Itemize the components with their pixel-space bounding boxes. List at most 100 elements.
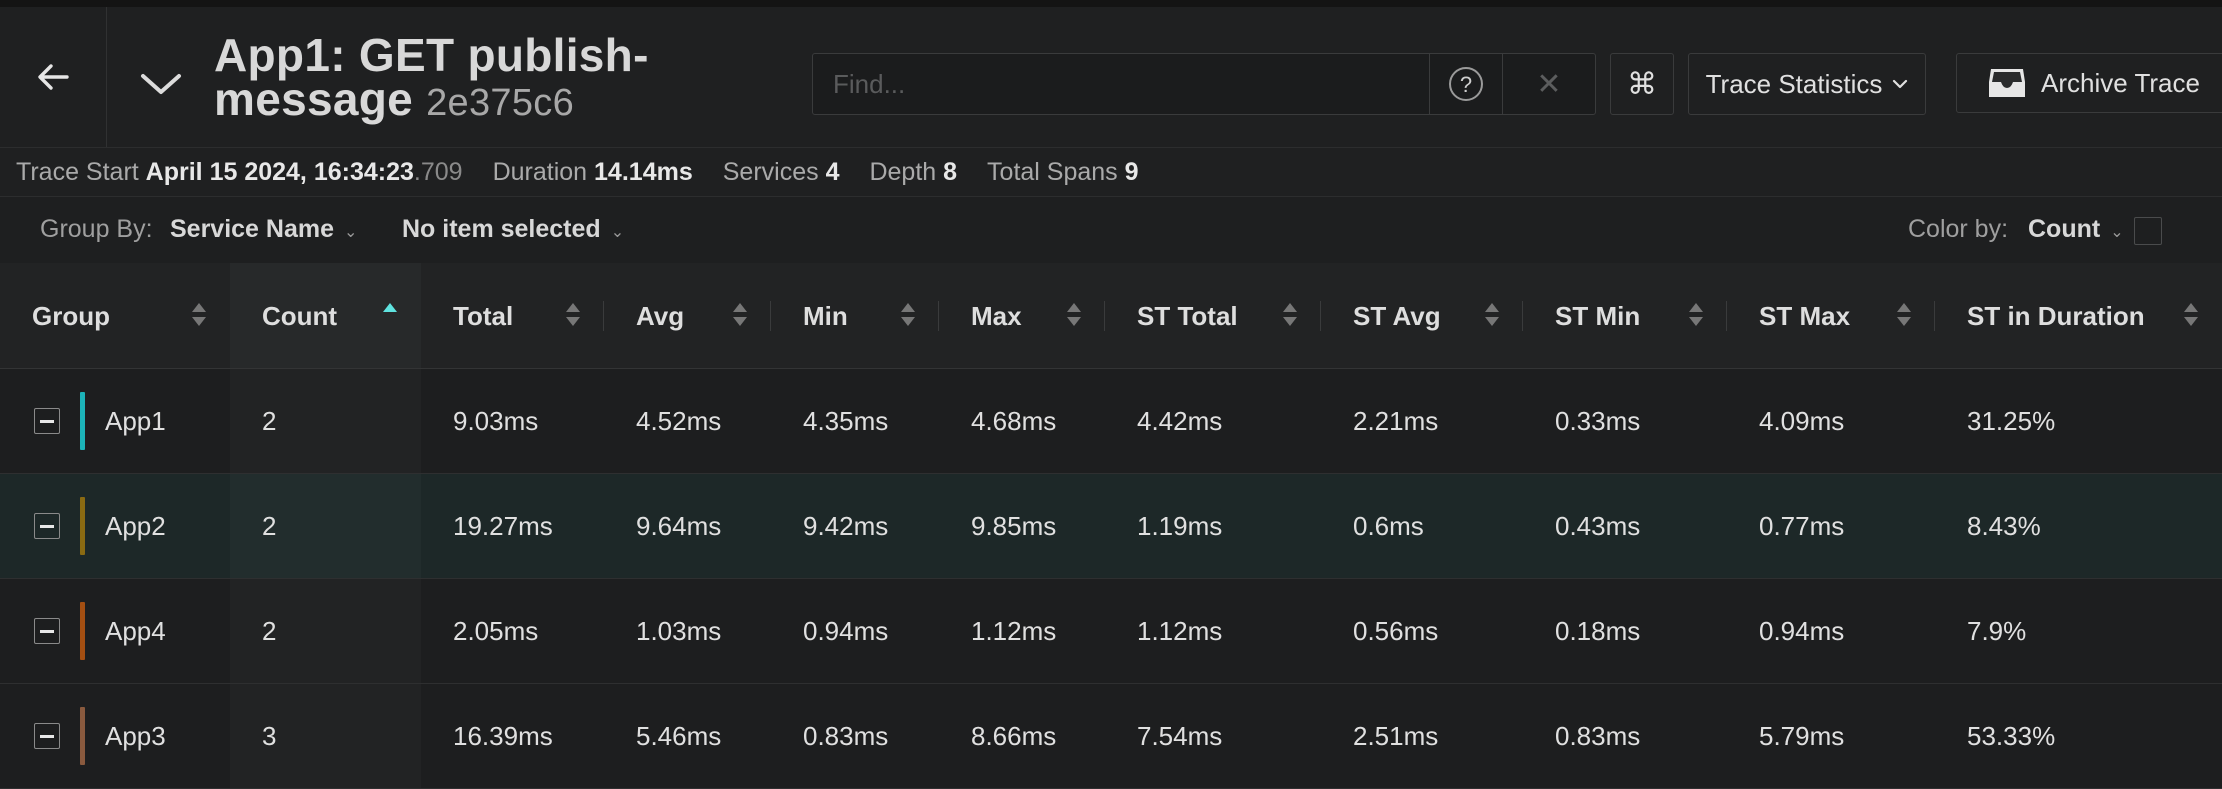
collapse-row-icon[interactable] bbox=[34, 408, 60, 434]
secondary-group-value: No item selected bbox=[402, 215, 601, 243]
st-avg-cell: 0.56ms bbox=[1321, 578, 1523, 684]
group-cell: App4 bbox=[0, 578, 230, 684]
group-cell: App1 bbox=[0, 368, 230, 474]
column-header-max[interactable]: Max bbox=[939, 263, 1105, 369]
count-cell: 2 bbox=[230, 473, 421, 579]
sort-icon bbox=[566, 303, 580, 329]
clear-search-button[interactable]: ✕ bbox=[1502, 54, 1595, 114]
view-select-label: Trace Statistics bbox=[1705, 68, 1883, 99]
group-cell: App3 bbox=[0, 683, 230, 789]
column-header-st-total[interactable]: ST Total bbox=[1105, 263, 1321, 369]
st-max-cell: 0.77ms bbox=[1727, 473, 1935, 579]
sort-icon bbox=[733, 303, 747, 329]
archive-trace-label: Archive Trace bbox=[2041, 67, 2200, 98]
column-header-st-max[interactable]: ST Max bbox=[1727, 263, 1935, 369]
column-header-st-avg[interactable]: ST Avg bbox=[1321, 263, 1523, 369]
table-row[interactable]: App2 2 19.27ms 9.64ms 9.42ms 9.85ms 1.19… bbox=[0, 473, 2222, 579]
help-button[interactable]: ? bbox=[1429, 54, 1502, 114]
back-button[interactable] bbox=[0, 7, 107, 147]
column-header-st-in-duration[interactable]: ST in Duration bbox=[1935, 263, 2222, 369]
command-key-icon: ⌘ bbox=[1627, 67, 1657, 101]
total-spans: Total Spans 9 bbox=[987, 158, 1139, 187]
arrow-left-icon bbox=[38, 64, 69, 90]
color-by-dropdown[interactable]: Count ⌄ bbox=[2028, 215, 2124, 244]
min-cell: 9.42ms bbox=[771, 473, 939, 579]
chevron-down-icon bbox=[1893, 79, 1908, 89]
st-in-duration-cell: 31.25% bbox=[1935, 368, 2222, 474]
color-by-checkbox[interactable] bbox=[2134, 217, 2162, 245]
archive-icon bbox=[1989, 69, 2025, 97]
find-box: ? ✕ bbox=[812, 53, 1596, 115]
trace-title: App1: GET publish-message 2e375c6 bbox=[214, 32, 774, 125]
count-cell: 2 bbox=[230, 578, 421, 684]
collapse-row-icon[interactable] bbox=[34, 513, 60, 539]
secondary-group-dropdown[interactable]: No item selected ⌄ bbox=[402, 215, 624, 244]
st-total-cell: 4.42ms bbox=[1105, 368, 1321, 474]
st-max-cell: 0.94ms bbox=[1727, 578, 1935, 684]
max-cell: 9.85ms bbox=[939, 473, 1105, 579]
duration: Duration 14.14ms bbox=[493, 158, 693, 187]
trace-statistics-table: Group Count Total Avg Min Max ST Total S… bbox=[0, 263, 2222, 789]
st-total-cell: 1.19ms bbox=[1105, 473, 1321, 579]
count-cell: 3 bbox=[230, 683, 421, 789]
total-spans-value: 9 bbox=[1124, 157, 1139, 186]
st-max-cell: 5.79ms bbox=[1727, 683, 1935, 789]
table-row[interactable]: App4 2 2.05ms 1.03ms 0.94ms 1.12ms 1.12m… bbox=[0, 578, 2222, 684]
trace-start: Trace Start April 15 2024, 16:34:23.709 bbox=[16, 158, 463, 187]
collapse-button[interactable] bbox=[130, 53, 192, 115]
group-name: App4 bbox=[105, 615, 166, 646]
group-by-label: Group By: bbox=[40, 215, 153, 243]
color-by-label: Color by: bbox=[1908, 215, 2009, 243]
column-header-count[interactable]: Count bbox=[230, 263, 421, 369]
st-total-cell: 7.54ms bbox=[1105, 683, 1321, 789]
view-select-button[interactable]: Trace Statistics bbox=[1688, 53, 1926, 115]
close-icon: ✕ bbox=[1536, 67, 1562, 101]
collapse-row-icon[interactable] bbox=[34, 618, 60, 644]
depth-value: 8 bbox=[943, 157, 958, 186]
archive-trace-button[interactable]: Archive Trace bbox=[1956, 53, 2222, 113]
group-name: App2 bbox=[105, 510, 166, 541]
st-max-cell: 4.09ms bbox=[1727, 368, 1935, 474]
depth: Depth 8 bbox=[869, 158, 957, 187]
chevron-down-icon bbox=[141, 74, 181, 94]
total-cell: 9.03ms bbox=[421, 368, 604, 474]
column-header-group[interactable]: Group bbox=[0, 263, 230, 369]
total-cell: 16.39ms bbox=[421, 683, 604, 789]
sort-icon bbox=[1485, 303, 1499, 329]
st-min-cell: 0.33ms bbox=[1523, 368, 1727, 474]
st-in-duration-cell: 7.9% bbox=[1935, 578, 2222, 684]
total-cell: 19.27ms bbox=[421, 473, 604, 579]
keyboard-shortcuts-button[interactable]: ⌘ bbox=[1610, 53, 1674, 115]
column-header-min[interactable]: Min bbox=[771, 263, 939, 369]
table-row[interactable]: App3 3 16.39ms 5.46ms 0.83ms 8.66ms 7.54… bbox=[0, 683, 2222, 789]
column-header-st-min[interactable]: ST Min bbox=[1523, 263, 1727, 369]
trace-summary: Trace Start April 15 2024, 16:34:23.709 … bbox=[0, 148, 2222, 197]
st-min-cell: 0.83ms bbox=[1523, 683, 1727, 789]
avg-cell: 5.46ms bbox=[604, 683, 771, 789]
max-cell: 8.66ms bbox=[939, 683, 1105, 789]
column-header-avg[interactable]: Avg bbox=[604, 263, 771, 369]
duration-value: 14.14ms bbox=[594, 157, 693, 186]
st-avg-cell: 0.6ms bbox=[1321, 473, 1523, 579]
total-cell: 2.05ms bbox=[421, 578, 604, 684]
services-value: 4 bbox=[825, 157, 840, 186]
collapse-row-icon[interactable] bbox=[34, 723, 60, 749]
group-cell: App2 bbox=[0, 473, 230, 579]
depth-label: Depth bbox=[869, 157, 937, 186]
chevron-down-icon: ⌄ bbox=[2110, 224, 2124, 241]
find-input[interactable] bbox=[813, 54, 1429, 114]
sort-icon bbox=[1897, 303, 1911, 329]
table-row[interactable]: App1 2 9.03ms 4.52ms 4.35ms 4.68ms 4.42m… bbox=[0, 368, 2222, 474]
svg-text:?: ? bbox=[1460, 72, 1472, 97]
duration-label: Duration bbox=[492, 157, 588, 186]
group-by-dropdown[interactable]: Service Name ⌄ bbox=[170, 215, 357, 244]
color-by-value: Count bbox=[2028, 215, 2101, 243]
group-by-value: Service Name bbox=[170, 215, 335, 243]
top-strip bbox=[0, 0, 2222, 7]
st-avg-cell: 2.21ms bbox=[1321, 368, 1523, 474]
service-color-swatch bbox=[80, 392, 85, 450]
column-header-total[interactable]: Total bbox=[421, 263, 604, 369]
service-color-swatch bbox=[80, 707, 85, 765]
service-color-swatch bbox=[80, 497, 85, 555]
services: Services 4 bbox=[723, 158, 840, 187]
